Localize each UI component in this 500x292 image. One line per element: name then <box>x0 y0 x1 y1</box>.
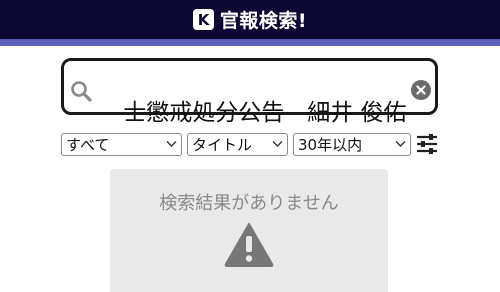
header-accent-stripe <box>0 39 500 46</box>
category-select[interactable]: すべて <box>61 133 182 156</box>
field-select-value: タイトル <box>192 136 253 154</box>
sliders-icon[interactable] <box>416 133 438 155</box>
search-icon <box>71 81 92 102</box>
chevron-down-icon <box>272 141 283 147</box>
app-title: 官報検索! <box>219 10 308 32</box>
search-input-value: 士懲戒処分公告 細井 俊佑 <box>123 100 407 126</box>
header-brand[interactable]: K 官報検索! <box>192 6 308 33</box>
empty-results-card: 検索結果がありません <box>110 169 388 292</box>
field-select[interactable]: タイトル <box>187 133 288 156</box>
period-select-value: 30年以内 <box>298 136 363 154</box>
app-header: K 官報検索! <box>0 0 500 39</box>
logo-icon: K <box>192 9 214 30</box>
warning-icon <box>224 223 274 267</box>
logo-letter: K <box>198 11 211 29</box>
clear-icon <box>416 85 426 95</box>
chevron-down-icon <box>166 141 177 147</box>
period-select[interactable]: 30年以内 <box>293 133 411 156</box>
category-select-value: すべて <box>66 136 110 154</box>
chevron-down-icon <box>395 141 406 147</box>
search-input[interactable]: 士懲戒処分公告 細井 俊佑 <box>94 67 406 126</box>
empty-results-message: 検索結果がありません <box>159 193 339 214</box>
search-box[interactable]: 士懲戒処分公告 細井 俊佑 <box>61 58 438 126</box>
clear-search-button[interactable] <box>411 80 431 100</box>
